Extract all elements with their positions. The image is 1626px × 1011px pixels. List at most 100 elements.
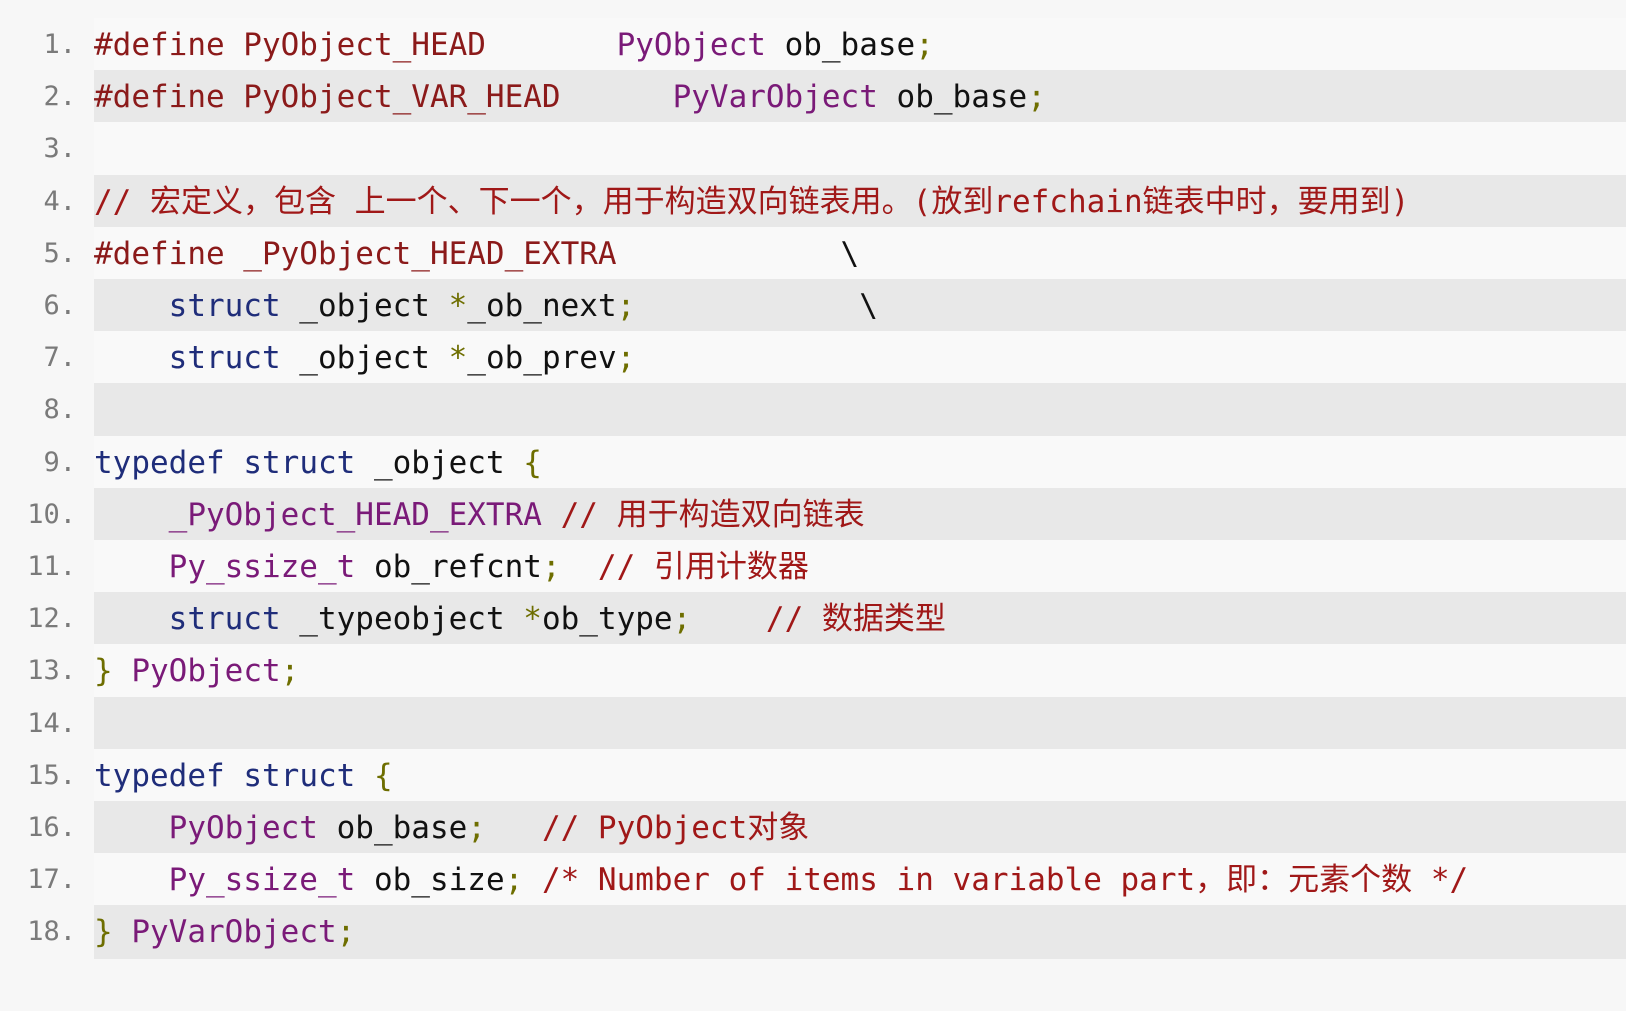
code-token: ob_base [765,27,916,63]
line-number: 9. [43,446,76,478]
code-token: ob_size [355,862,505,899]
code-token: #define PyObject_HEAD [94,27,486,63]
code-token: } [94,653,113,690]
code-token: { [523,444,542,481]
line-background [94,644,1626,699]
code-line: 10. _PyObject_HEAD_EXTRA // 用于构造双向链表 [0,487,1626,542]
code-token: ; [467,810,486,846]
code-token: ; [915,27,934,63]
code-line: 4. // 宏定义，包含 上一个、下一个，用于构造双向链表用。(放到refchai… [0,174,1626,229]
code-line: 2. #define PyObject_VAR_HEAD PyVarObject … [0,70,1626,125]
code-token: ; [541,549,561,585]
code-token: PyObject [168,810,318,846]
code-token: /* Number of items in variable part，即：元素… [523,862,1469,899]
code-line: 12. struct _typeobject *ob_type; // 数据类型 [0,592,1626,647]
code-token: ob_type [541,601,673,638]
line-content: } PyVarObject; [94,905,355,959]
code-token: ; [504,862,524,899]
code-token: \ [635,288,878,324]
line-number: 11. [27,551,76,582]
line-content: Py_ssize_t ob_refcnt; // 引用计数器 [94,540,809,594]
line-content: struct _object *_ob_prev; [94,331,636,385]
code-token: Py_ssize_t [168,862,356,899]
code-token: ; [336,914,356,951]
code-line: 16. PyObject ob_base; // PyObject对象 [0,801,1626,855]
code-token: _ob_next [467,288,617,324]
code-token: ; [280,653,300,690]
code-token: * [523,601,542,638]
line-number: 14. [27,707,76,739]
code-token: PyVarObject [672,79,878,116]
line-content: } PyObject; [94,644,299,698]
line-number: 16. [27,812,76,843]
code-token: _object [355,444,524,481]
line-number: 13. [27,655,76,687]
code-block: 1. #define PyObject_HEAD PyObject ob_base… [0,0,1626,1011]
line-content: #define PyObject_HEAD PyObject ob_base; [94,18,934,72]
code-token: * [448,340,468,377]
line-number: 4. [43,185,76,217]
code-line: 15. typedef struct { [0,748,1626,803]
code-token: _PyObject_HEAD_EXTRA [168,496,542,533]
code-token: // 宏定义，包含 上一个、下一个，用于构造双向链表用。(放到refchain链… [94,183,1410,220]
line-content: Py_ssize_t ob_size; /* Number of items i… [94,853,1469,907]
line-number: 3. [43,133,76,165]
line-background [94,122,1626,177]
code-token: // 数据类型 [691,601,946,638]
line-number: 2. [43,81,76,113]
code-line: 1. #define PyObject_HEAD PyObject ob_base… [0,18,1626,72]
code-token: struct [243,757,356,794]
code-token: // 用于构造双向链表 [541,496,865,533]
code-line: 7. struct _object *_ob_prev; [0,331,1626,386]
line-background [94,383,1626,438]
code-line: 5. #define _PyObject_HEAD_EXTRA \ [0,226,1626,281]
line-content: typedef struct _object { [94,436,542,490]
code-token: struct [168,340,281,377]
code-token: _object [280,288,449,324]
code-token: Py_ssize_t [168,549,356,585]
line-number: 6. [43,290,76,321]
line-number: 17. [27,864,76,896]
line-number: 10. [27,498,76,530]
code-token: ; [1027,79,1046,116]
code-token: ; [616,340,636,377]
line-number: 18. [27,916,76,948]
code-line: 8. [0,383,1626,438]
code-token: * [448,288,468,324]
code-token: #define PyObject_VAR_HEAD [94,79,561,116]
code-token: } [94,914,113,951]
code-token: _typeobject [280,601,524,638]
code-token: _ob_prev [467,340,617,377]
code-line: 14. [0,696,1626,751]
code-line: 3. [0,122,1626,177]
line-content: typedef struct { [94,749,393,803]
code-token: \ [616,235,860,272]
code-token: typedef [94,444,225,481]
code-line: 13.} PyObject; [0,644,1626,699]
code-token: #define _PyObject_HEAD_EXTRA [94,235,617,272]
code-token: PyVarObject [131,914,337,951]
code-token: _object [280,340,449,377]
code-token: struct [168,601,281,638]
code-token: PyObject [131,653,281,690]
line-number: 5. [43,237,76,269]
code-token: ob_base [877,79,1028,116]
code-token: { [373,757,393,794]
line-content: _PyObject_HEAD_EXTRA // 用于构造双向链表 [94,488,865,542]
code-token: struct [168,288,281,324]
code-line: 6. struct _object *_ob_next; \ [0,279,1626,333]
code-token: ob_refcnt [355,549,542,585]
code-line: 9. typedef struct _object { [0,435,1626,490]
line-background [94,696,1626,751]
